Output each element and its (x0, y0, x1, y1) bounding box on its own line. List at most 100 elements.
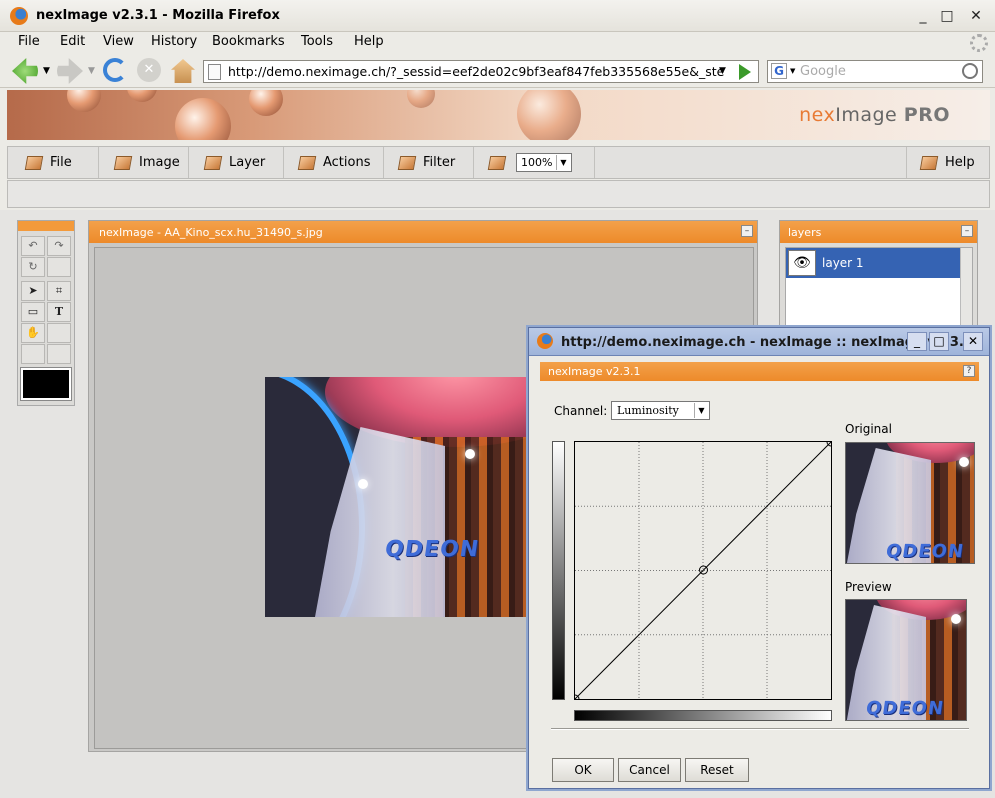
file-menu-button[interactable]: File (8, 147, 99, 178)
crop-tool-icon[interactable]: ⌗ (47, 281, 71, 301)
dialog-minimize-button[interactable]: _ (907, 332, 927, 351)
image-menu-button[interactable]: Image (99, 147, 189, 178)
move-tool-icon[interactable]: ➤ (21, 281, 45, 301)
help-label: Help (945, 155, 975, 170)
url-dropdown-icon[interactable]: ▼ (719, 66, 726, 76)
minimize-button[interactable]: _ (913, 6, 933, 26)
undo-icon[interactable]: ↶ (21, 236, 45, 256)
eye-icon[interactable]: 👁 (788, 250, 816, 276)
curves-dialog: http://demo.neximage.ch - nexImage :: ne… (528, 327, 990, 789)
layers-scrollbar[interactable] (960, 248, 972, 332)
rotate-icon[interactable]: ↻ (21, 257, 45, 277)
engine-dropdown-icon[interactable]: ▼ (790, 67, 795, 75)
help-button[interactable]: Help (906, 147, 989, 178)
cancel-button[interactable]: Cancel (618, 758, 681, 782)
reset-button[interactable]: Reset (685, 758, 749, 782)
minimize-layers-button[interactable]: – (961, 225, 973, 237)
dialog-header: nexImage v2.3.1 ? (540, 362, 979, 381)
go-icon[interactable] (739, 64, 751, 80)
minimize-window-button[interactable]: – (741, 225, 753, 237)
curve-editor[interactable] (574, 441, 832, 700)
filter-menu-button[interactable]: Filter (384, 147, 474, 178)
photo-sign-text: QDEON (383, 537, 481, 562)
close-button[interactable]: ✕ (966, 6, 986, 26)
back-icon[interactable] (12, 58, 38, 84)
chevron-down-icon: ▼ (694, 403, 708, 418)
image-window-titlebar: nexImage - AA_Kino_scx.hu_31490_s.jpg – (89, 221, 757, 243)
empty-tool-slot (47, 344, 71, 364)
empty-tool-slot (47, 257, 71, 277)
forward-dropdown-icon[interactable]: ▼ (88, 66, 95, 76)
actions-menu-button[interactable]: Actions (284, 147, 384, 178)
channel-select[interactable]: Luminosity ▼ (611, 401, 710, 420)
empty-tool-slot (21, 344, 45, 364)
page-icon (208, 64, 221, 80)
layer-menu-label: Layer (229, 155, 266, 170)
app-banner: nexImage PRO (7, 90, 990, 140)
stop-icon[interactable]: ✕ (137, 58, 161, 82)
url-text[interactable]: http://demo.neximage.ch/?_sessid=eef2de0… (228, 64, 724, 79)
neximage-pro-logo: nexImage PRO (799, 104, 950, 126)
banner-decoration (67, 90, 101, 112)
reload-icon[interactable] (103, 58, 127, 82)
browser-title-bar: nexImage v2.3.1 - Mozilla Firefox _ □ ✕ (0, 0, 995, 32)
actions-icon (297, 155, 317, 170)
menu-view[interactable]: View (103, 34, 134, 49)
image-window-title: nexImage - AA_Kino_scx.hu_31490_s.jpg (99, 226, 323, 239)
firefox-logo-icon (10, 7, 28, 25)
text-tool-icon[interactable]: T (47, 302, 71, 322)
tools-palette: ↶ ↷ ↻ ➤ ⌗ ▭ T ✋ (17, 220, 75, 406)
layer-icon (203, 155, 223, 170)
layer-row[interactable]: 👁 layer 1 (786, 248, 961, 278)
url-bar[interactable]: http://demo.neximage.ch/?_sessid=eef2de0… (203, 60, 759, 83)
filter-icon (397, 155, 417, 170)
photo-lamp (465, 449, 475, 459)
hand-tool-icon[interactable]: ✋ (21, 323, 45, 343)
menu-help[interactable]: Help (354, 34, 384, 49)
channel-label: Channel: (554, 404, 608, 418)
banner-decoration (407, 90, 435, 108)
actions-menu-label: Actions (323, 155, 371, 170)
layers-panel: layers – 👁 layer 1 (779, 220, 978, 332)
image-canvas[interactable]: QDEON (265, 377, 535, 617)
menu-file[interactable]: File (18, 34, 40, 49)
image-icon (113, 155, 133, 170)
dialog-close-button[interactable]: ✕ (963, 332, 983, 351)
help-icon (919, 155, 939, 170)
throbber-icon (970, 34, 988, 52)
dialog-maximize-button[interactable]: □ (929, 332, 949, 351)
dialog-titlebar: http://demo.neximage.ch - nexImage :: ne… (529, 328, 989, 356)
search-icon[interactable] (962, 63, 978, 79)
forward-icon[interactable] (57, 58, 83, 84)
menu-history[interactable]: History (151, 34, 197, 49)
help-button[interactable]: ? (963, 365, 975, 377)
file-icon (24, 155, 44, 170)
zoom-icon (487, 155, 507, 170)
redo-icon[interactable]: ↷ (47, 236, 71, 256)
foreground-color-swatch[interactable] (20, 367, 72, 401)
zoom-select[interactable]: 100% ▼ (516, 153, 572, 172)
original-label: Original (845, 422, 892, 436)
ok-button[interactable]: OK (552, 758, 614, 782)
maximize-button[interactable]: □ (937, 6, 957, 26)
select-tool-icon[interactable]: ▭ (21, 302, 45, 322)
banner-decoration (249, 90, 283, 116)
banner-decoration (175, 98, 231, 140)
menu-tools[interactable]: Tools (301, 34, 333, 49)
menu-edit[interactable]: Edit (60, 34, 85, 49)
window-title: nexImage v2.3.1 - Mozilla Firefox (36, 8, 280, 23)
tools-header (18, 221, 74, 231)
google-engine-icon[interactable]: G (771, 63, 787, 79)
chevron-down-icon: ▼ (556, 155, 570, 170)
home-icon[interactable] (171, 59, 195, 83)
empty-tool-slot (47, 323, 71, 343)
back-dropdown-icon[interactable]: ▼ (43, 66, 50, 76)
layer-menu-button[interactable]: Layer (189, 147, 284, 178)
photo-lamp (358, 479, 368, 489)
preview-label: Preview (845, 580, 892, 594)
menu-bookmarks[interactable]: Bookmarks (212, 34, 285, 49)
options-bar (7, 180, 990, 208)
image-menu-label: Image (139, 155, 180, 170)
layers-list: 👁 layer 1 (785, 247, 973, 332)
search-bar[interactable]: G ▼ Google (767, 60, 983, 83)
